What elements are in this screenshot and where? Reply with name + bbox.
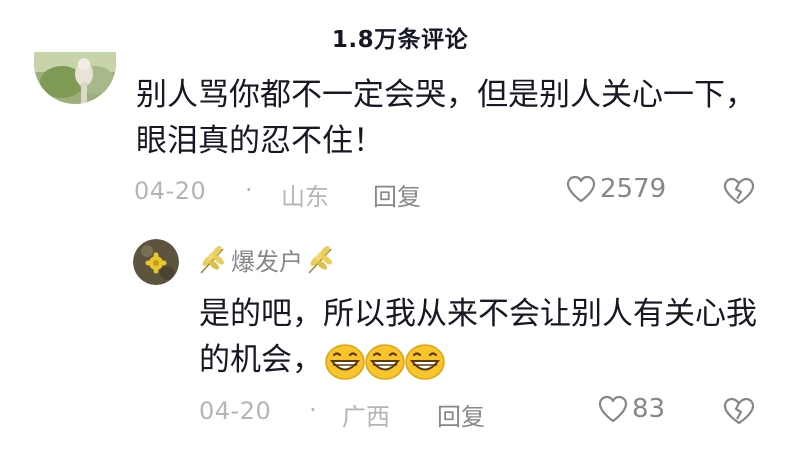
- reply-text-block: 是的吧，所以我从来不会让别人有关心我的机会，: [199, 291, 769, 383]
- comment-date: 04-20: [134, 177, 207, 205]
- meta-separator: ·: [245, 176, 253, 204]
- reply-button[interactable]: 回复: [373, 177, 421, 212]
- avatar-image: [133, 239, 179, 285]
- emoji-row: [325, 343, 445, 380]
- like-button[interactable]: 2579: [566, 174, 666, 204]
- grinning-face-emoji: [325, 343, 365, 380]
- wheat-ear-icon: [308, 245, 332, 274]
- reply-username: 爆发户: [231, 248, 303, 276]
- comment-location: 山东: [281, 183, 329, 211]
- wheat-ear-icon: [200, 245, 224, 274]
- avatar[interactable]: [34, 52, 116, 104]
- grinning-face-emoji: [365, 343, 405, 380]
- like-count: 2579: [600, 174, 667, 204]
- reply-date: 04-20: [199, 397, 272, 425]
- reply-text: 是的吧，所以我从来不会让别人有关心我的机会，: [199, 296, 757, 378]
- dislike-button[interactable]: [722, 176, 756, 206]
- reply-location: 广西: [342, 403, 390, 431]
- reply-avatar[interactable]: [133, 239, 179, 285]
- like-count: 83: [632, 394, 666, 424]
- like-button[interactable]: 83: [598, 394, 665, 424]
- reply-button[interactable]: 回复: [437, 397, 485, 432]
- broken-heart-icon: [723, 397, 755, 425]
- reply-username-row[interactable]: 爆发户: [197, 242, 337, 277]
- heart-outline-icon: [566, 175, 596, 203]
- broken-heart-icon: [723, 177, 755, 205]
- comment-text: 别人骂你都不一定会哭，但是别人关心一下，眼泪真的忍不住！: [136, 77, 756, 159]
- avatar-image: [34, 52, 116, 104]
- grinning-face-emoji: [405, 343, 445, 380]
- comment-count-title: 1.8万条评论: [331, 27, 469, 53]
- heart-outline-icon: [598, 395, 628, 423]
- dislike-button[interactable]: [722, 396, 756, 426]
- meta-separator: ·: [309, 396, 317, 424]
